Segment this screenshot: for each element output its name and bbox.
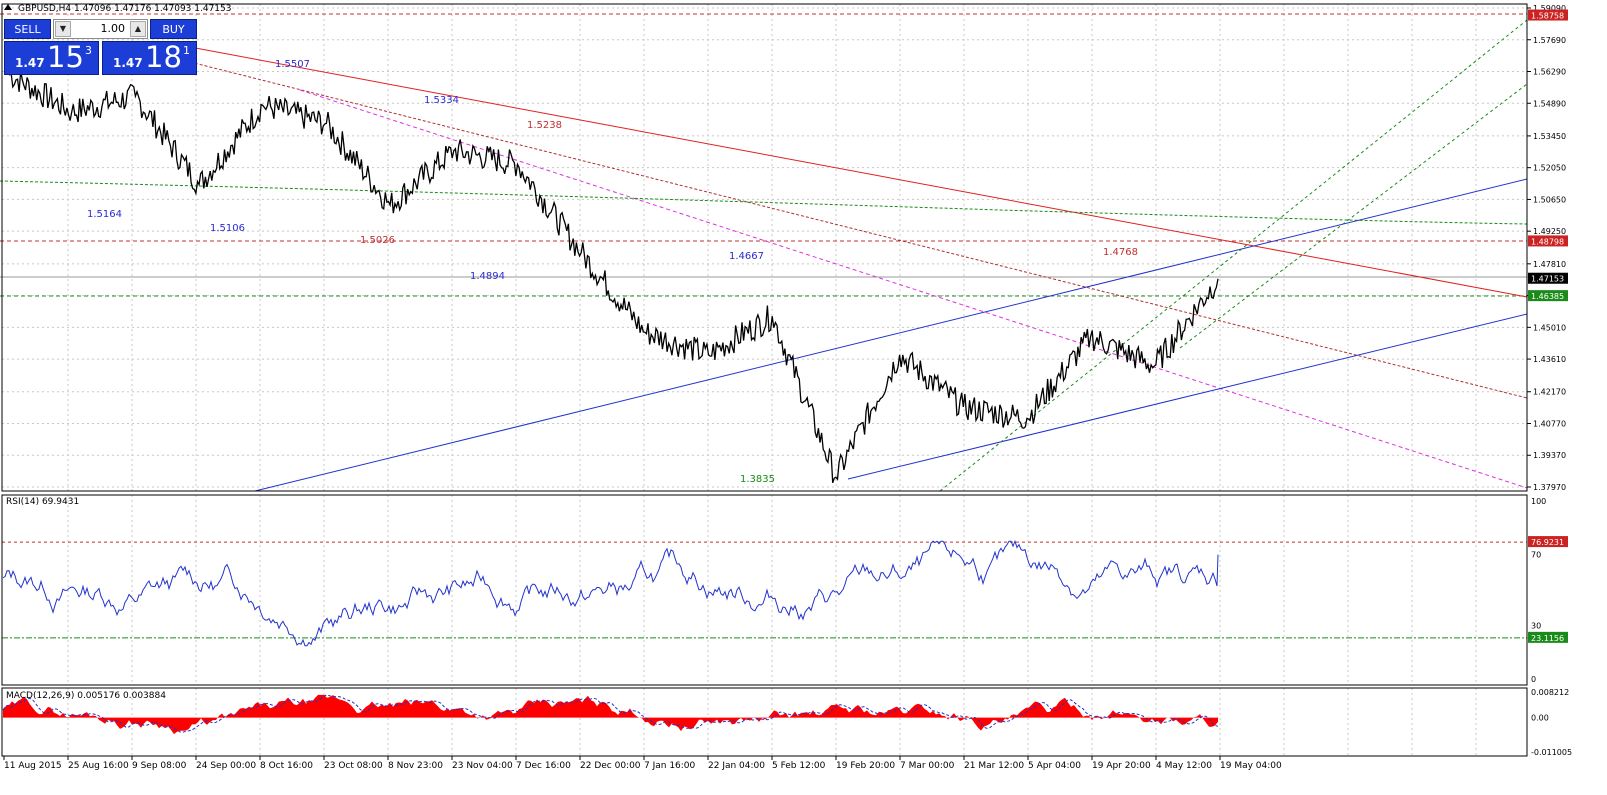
time-tick-label: 23 Oct 08:00 [324,761,383,771]
rsi-label: RSI(14) 69.9431 [6,497,79,507]
time-tick-label: 25 Aug 16:00 [68,761,129,771]
price-tick-label: 1.39370 [1533,451,1566,460]
time-tick-label: 8 Oct 16:00 [260,761,313,771]
time-tick-label: 24 Sep 00:00 [196,761,256,771]
time-tick-label: 22 Dec 00:00 [580,761,641,771]
time-tick-label: 4 May 12:00 [1156,761,1212,771]
price-annotation-label: 1.5507 [275,59,310,70]
rsi-tick-label: 0 [1531,675,1536,684]
buy-quote-button[interactable]: 1.47 18 1 [102,40,197,75]
price-tick-label: 1.37970 [1533,483,1566,492]
price-annotation-label: 1.4667 [729,251,764,262]
rsi-level-label: 76.9231 [1531,538,1564,547]
rsi-level-label: 23.1156 [1531,634,1564,643]
price-annotation-label: 1.5026 [360,235,395,246]
price-tick-label: 1.54890 [1533,99,1566,108]
time-tick-label: 7 Jan 16:00 [644,761,696,771]
time-tick-label: 11 Aug 2015 [4,761,62,771]
chart-area[interactable]: GBPUSD,H4 1.47096 1.47176 1.47093 1.4715… [0,0,1607,795]
price-tick-label: 1.47810 [1533,260,1566,269]
time-tick-label: 5 Feb 12:00 [772,761,826,771]
rsi-tick-label: 100 [1531,497,1546,506]
price-tick-label: 1.42170 [1533,388,1566,397]
time-tick-label: 23 Nov 04:00 [452,761,513,771]
price-tick-label: 1.45010 [1533,323,1566,332]
macd-tick-label: 0.00 [1531,714,1549,723]
buy-quote-fraction: 1 [183,44,190,57]
sell-quote-button[interactable]: 1.47 15 3 [4,40,99,75]
price-tick-label: 1.56290 [1533,68,1566,77]
price-tick-label: 1.52050 [1533,164,1566,173]
sell-button[interactable]: SELL [4,19,51,39]
macd-label: MACD(12,26,9) 0.005176 0.003884 [6,691,166,701]
buy-quote-prefix: 1.47 [113,56,143,70]
trade-panel-top: SELL ▼ 1.00 ▲ BUY [4,19,197,39]
time-tick-label: 8 Nov 23:00 [388,761,443,771]
price-marker-label: 1.46385 [1531,292,1564,301]
rsi-tick-label: 70 [1531,550,1541,559]
price-marker-label: 1.47153 [1531,275,1564,284]
price-annotation-label: 1.5164 [87,209,122,220]
time-tick-label: 19 Apr 20:00 [1092,761,1151,771]
lot-size-stepper[interactable]: ▼ 1.00 ▲ [53,19,148,39]
time-tick-label: 9 Sep 08:00 [132,761,187,771]
sell-quote-fraction: 3 [85,44,92,57]
macd-tick-label: 0.008212 [1531,688,1569,697]
sell-quote-pips: 15 [47,40,84,74]
macd-tick-label: -0.011005 [1531,748,1572,757]
rsi-tick-label: 30 [1531,622,1541,631]
price-marker-label: 1.48798 [1531,237,1564,246]
time-tick-label: 19 Feb 20:00 [836,761,895,771]
price-tick-label: 1.40770 [1533,419,1566,428]
buy-button[interactable]: BUY [150,19,197,39]
lot-size-input[interactable]: 1.00 [72,20,129,38]
price-marker-label: 1.58758 [1531,12,1564,21]
price-tick-label: 1.57690 [1533,36,1566,45]
time-tick-label: 21 Mar 12:00 [964,761,1024,771]
time-tick-label: 19 May 04:00 [1220,761,1282,771]
symbol-header: GBPUSD,H4 1.47096 1.47176 1.47093 1.4715… [18,4,231,14]
time-tick-label: 22 Jan 04:00 [708,761,765,771]
lot-decrease-icon[interactable]: ▼ [55,21,71,37]
price-annotation-label: 1.4894 [470,271,505,282]
price-tick-label: 1.49250 [1533,227,1566,236]
price-tick-label: 1.43610 [1533,355,1566,364]
price-annotation-label: 1.3835 [740,474,775,485]
price-annotation-label: 1.5106 [210,223,245,234]
price-tick-label: 1.53450 [1533,132,1566,141]
buy-quote-pips: 18 [145,40,182,74]
price-tick-label: 1.50650 [1533,195,1566,204]
time-tick-label: 7 Mar 00:00 [900,761,955,771]
time-tick-label: 7 Dec 16:00 [516,761,571,771]
price-annotation-label: 1.5334 [424,95,459,106]
time-tick-label: 5 Apr 04:00 [1028,761,1081,771]
lot-increase-icon[interactable]: ▲ [130,21,146,37]
sell-quote-prefix: 1.47 [15,56,45,70]
price-annotation-label: 1.5238 [527,120,562,131]
one-click-trading-panel: SELL ▼ 1.00 ▲ BUY 1.47 15 3 1.47 18 1 [4,19,197,75]
price-annotation-label: 1.4768 [1103,247,1138,258]
